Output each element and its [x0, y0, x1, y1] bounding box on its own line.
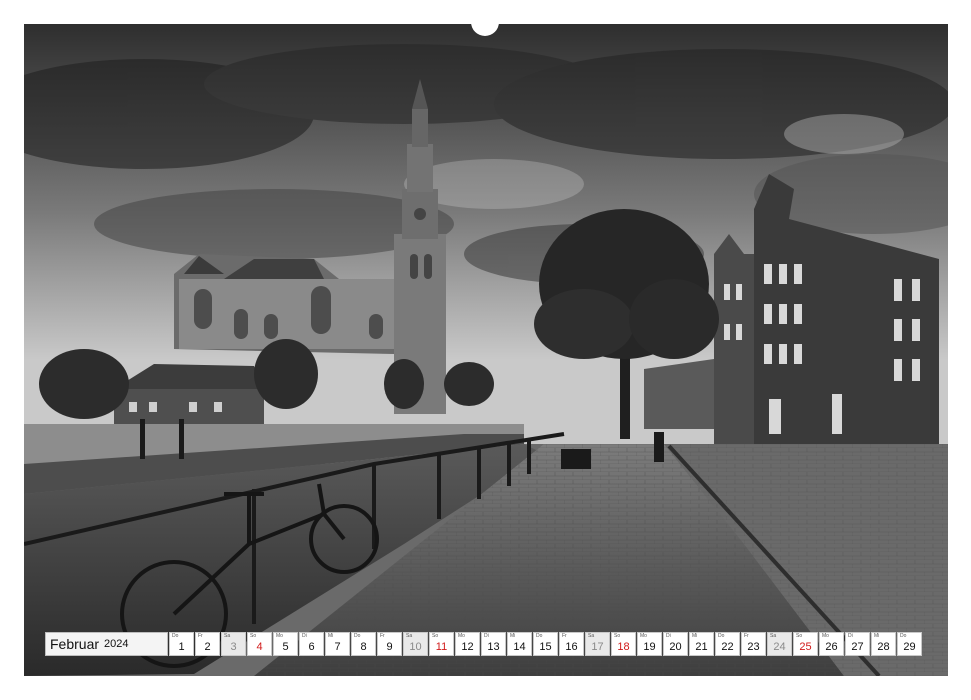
weekday-label: Mo: [822, 633, 829, 639]
day-cell-8: Do 8: [351, 632, 376, 656]
day-number: 23: [747, 641, 760, 653]
weekday-label: Di: [302, 633, 307, 639]
day-number: 29: [903, 641, 916, 653]
weekday-label: Di: [666, 633, 671, 639]
day-number: 24: [773, 641, 786, 653]
day-number: 15: [539, 641, 552, 653]
day-number: 13: [487, 641, 500, 653]
day-cell-29: Do 29: [897, 632, 922, 656]
month-name: Februar: [50, 636, 100, 652]
day-number: 2: [204, 641, 211, 653]
day-number: 17: [591, 641, 604, 653]
day-number: 14: [513, 641, 526, 653]
day-number: 4: [256, 641, 263, 653]
day-cell-18: So 18: [611, 632, 636, 656]
day-cell-21: Mi 21: [689, 632, 714, 656]
day-number: 5: [282, 641, 289, 653]
weekday-label: So: [250, 633, 257, 639]
day-number: 20: [669, 641, 682, 653]
day-cell-1: Do 1: [169, 632, 194, 656]
day-cell-5: Mo 5: [273, 632, 298, 656]
weekday-label: Fr: [744, 633, 749, 639]
day-cell-28: Mi 28: [871, 632, 896, 656]
day-cell-13: Di 13: [481, 632, 506, 656]
weekday-label: So: [432, 633, 439, 639]
day-number: 12: [461, 641, 474, 653]
weekday-label: Do: [900, 633, 907, 639]
day-cell-7: Mi 7: [325, 632, 350, 656]
day-cell-6: Di 6: [299, 632, 324, 656]
weekday-label: Mo: [458, 633, 465, 639]
day-cell-3: Sa 3: [221, 632, 246, 656]
day-number: 16: [565, 641, 578, 653]
day-number: 22: [721, 641, 734, 653]
day-cell-16: Fr 16: [559, 632, 584, 656]
day-cell-23: Fr 23: [741, 632, 766, 656]
month-label-box: Februar 2024: [45, 632, 168, 656]
weekday-label: Mo: [276, 633, 283, 639]
day-cell-20: Di 20: [663, 632, 688, 656]
weekday-label: So: [796, 633, 803, 639]
day-number: 27: [851, 641, 864, 653]
day-cell-19: Mo 19: [637, 632, 662, 656]
day-cell-12: Mo 12: [455, 632, 480, 656]
day-cell-17: Sa 17: [585, 632, 610, 656]
day-number: 11: [435, 641, 448, 653]
weekday-label: Fr: [198, 633, 203, 639]
day-cell-10: Sa 10: [403, 632, 428, 656]
weekday-label: Do: [172, 633, 179, 639]
year: 2024: [104, 638, 129, 650]
weekday-label: Sa: [224, 633, 231, 639]
weekday-label: Mi: [692, 633, 698, 639]
weekday-label: Do: [718, 633, 725, 639]
day-number: 6: [308, 641, 315, 653]
day-number: 3: [230, 641, 237, 653]
day-cell-22: Do 22: [715, 632, 740, 656]
day-number: 7: [334, 641, 341, 653]
day-cell-14: Mi 14: [507, 632, 532, 656]
day-cell-9: Fr 9: [377, 632, 402, 656]
day-number: 9: [386, 641, 393, 653]
weekday-label: Mo: [640, 633, 647, 639]
day-number: 8: [360, 641, 367, 653]
day-number: 10: [409, 641, 422, 653]
weekday-label: Mi: [328, 633, 334, 639]
weekday-label: Sa: [770, 633, 777, 639]
day-cell-27: Di 27: [845, 632, 870, 656]
weekday-label: Sa: [406, 633, 413, 639]
day-number: 18: [617, 641, 630, 653]
weekday-label: Do: [536, 633, 543, 639]
day-number: 19: [643, 641, 656, 653]
calendar-strip: Februar 2024 Do 1 Fr 2 Sa 3 So 4 Mo 5 Di 6 Mi 7 Do 8 Fr 9…: [45, 632, 927, 656]
day-cell-15: Do 15: [533, 632, 558, 656]
day-number: 21: [695, 641, 708, 653]
day-cell-25: So 25: [793, 632, 818, 656]
day-cell-11: So 11: [429, 632, 454, 656]
day-number: 26: [825, 641, 838, 653]
day-cell-26: Mo 26: [819, 632, 844, 656]
weekday-label: Do: [354, 633, 361, 639]
day-number: 1: [178, 641, 185, 653]
weekday-label: Fr: [562, 633, 567, 639]
weekday-label: So: [614, 633, 621, 639]
weekday-label: Mi: [874, 633, 880, 639]
day-number: 25: [799, 641, 812, 653]
weekday-label: Sa: [588, 633, 595, 639]
day-cell-24: Sa 24: [767, 632, 792, 656]
amsterdam-canal-scene: [24, 24, 948, 676]
weekday-label: Di: [848, 633, 853, 639]
day-cell-4: So 4: [247, 632, 272, 656]
calendar-photo: [24, 24, 948, 676]
day-cell-2: Fr 2: [195, 632, 220, 656]
day-number: 28: [877, 641, 890, 653]
weekday-label: Fr: [380, 633, 385, 639]
weekday-label: Di: [484, 633, 489, 639]
day-cells: Do 1 Fr 2 Sa 3 So 4 Mo 5 Di 6 Mi 7 Do 8 Fr 9 Sa 10 So 11 Mo 12 D…: [168, 632, 922, 656]
weekday-label: Mi: [510, 633, 516, 639]
